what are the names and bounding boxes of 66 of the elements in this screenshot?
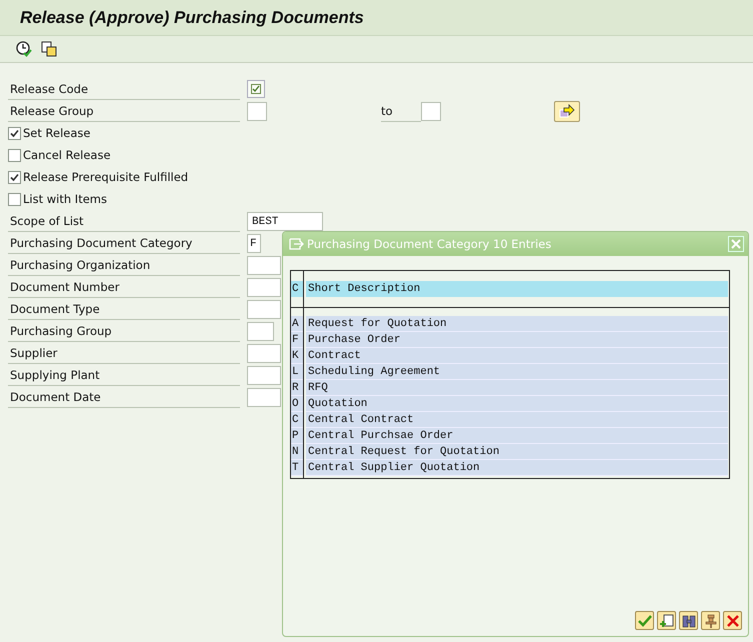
table-cell[interactable]: Contract [306,348,728,364]
table-cell[interactable]: T [291,460,303,476]
checkbox[interactable] [8,192,21,206]
table-cell[interactable]: Central Contract [306,412,728,428]
table-cell[interactable]: Request for Quotation [306,316,728,332]
cancel-button[interactable] [723,611,742,630]
field-label: Supplier [8,342,240,364]
window-title: Release (Approve) Purchasing Documents [20,8,364,28]
table-cell[interactable]: Quotation [306,396,728,412]
input-field[interactable] [247,344,281,362]
table-cell[interactable]: RFQ [306,380,728,396]
input-field[interactable] [247,366,281,384]
table-cell[interactable]: P [291,428,303,444]
table-cell[interactable]: K [291,348,303,364]
table-cell[interactable]: Central Purchsae Order [306,428,728,444]
input-field[interactable]: BEST [247,212,323,230]
input-field[interactable] [421,102,441,120]
field-label: Document Type [8,298,240,320]
pin-button[interactable] [701,611,720,630]
checkbox-label: List with Items [23,192,107,206]
field-label: Scope of List [8,210,240,232]
field-label: Release Code [8,78,240,100]
input-field[interactable] [247,322,274,340]
checkbox-label: Cancel Release [23,148,111,162]
binoculars-icon[interactable] [679,611,698,630]
field-label: Purchasing Document Category [8,232,240,254]
input-field[interactable] [247,278,281,296]
field-label: Supplying Plant [8,364,240,386]
input-field[interactable] [247,256,281,274]
checkbox[interactable] [8,170,21,184]
multiple-selection-button[interactable] [554,100,580,122]
column-header: Short Description [306,281,728,297]
checkbox-label: Set Release [23,126,90,140]
checkbox-label: Release Prerequisite Fulfilled [23,170,188,184]
new-entry-button[interactable] [657,611,676,630]
field-label: Document Date [8,386,240,408]
input-field[interactable] [247,102,267,120]
table-cell[interactable]: L [291,364,303,380]
checkbox[interactable] [8,148,21,162]
edit-icon [289,238,304,250]
arrow-icon [559,104,575,118]
copy-icon[interactable] [41,41,57,57]
table-cell[interactable]: N [291,444,303,460]
input-field[interactable] [247,388,281,406]
field-label: Purchasing Organization [8,254,240,276]
table-cell[interactable]: Purchase Order [306,332,728,348]
table-cell[interactable]: Central Request for Quotation [306,444,728,460]
close-button[interactable] [728,236,744,252]
checkbox[interactable] [247,80,265,98]
clock-check-icon[interactable] [16,41,32,57]
field-label: Release Group [8,100,240,122]
dialog-title: Purchasing Document Category 10 Entries [307,237,552,251]
table-cell[interactable]: O [291,396,303,412]
table-cell[interactable]: Central Supplier Quotation [306,460,728,476]
input-field[interactable] [247,300,281,318]
field-label: Purchasing Group [8,320,240,342]
table-cell[interactable]: Scheduling Agreement [306,364,728,380]
column-header: C [291,281,303,297]
table-cell[interactable]: R [291,380,303,396]
table-cell[interactable]: C [291,412,303,428]
table-cell[interactable]: A [291,316,303,332]
checkbox[interactable] [8,126,21,140]
table-cell[interactable]: F [291,332,303,348]
input-field[interactable]: F [247,234,261,252]
field-label: Document Number [8,276,240,298]
checkmark-icon [251,84,261,94]
